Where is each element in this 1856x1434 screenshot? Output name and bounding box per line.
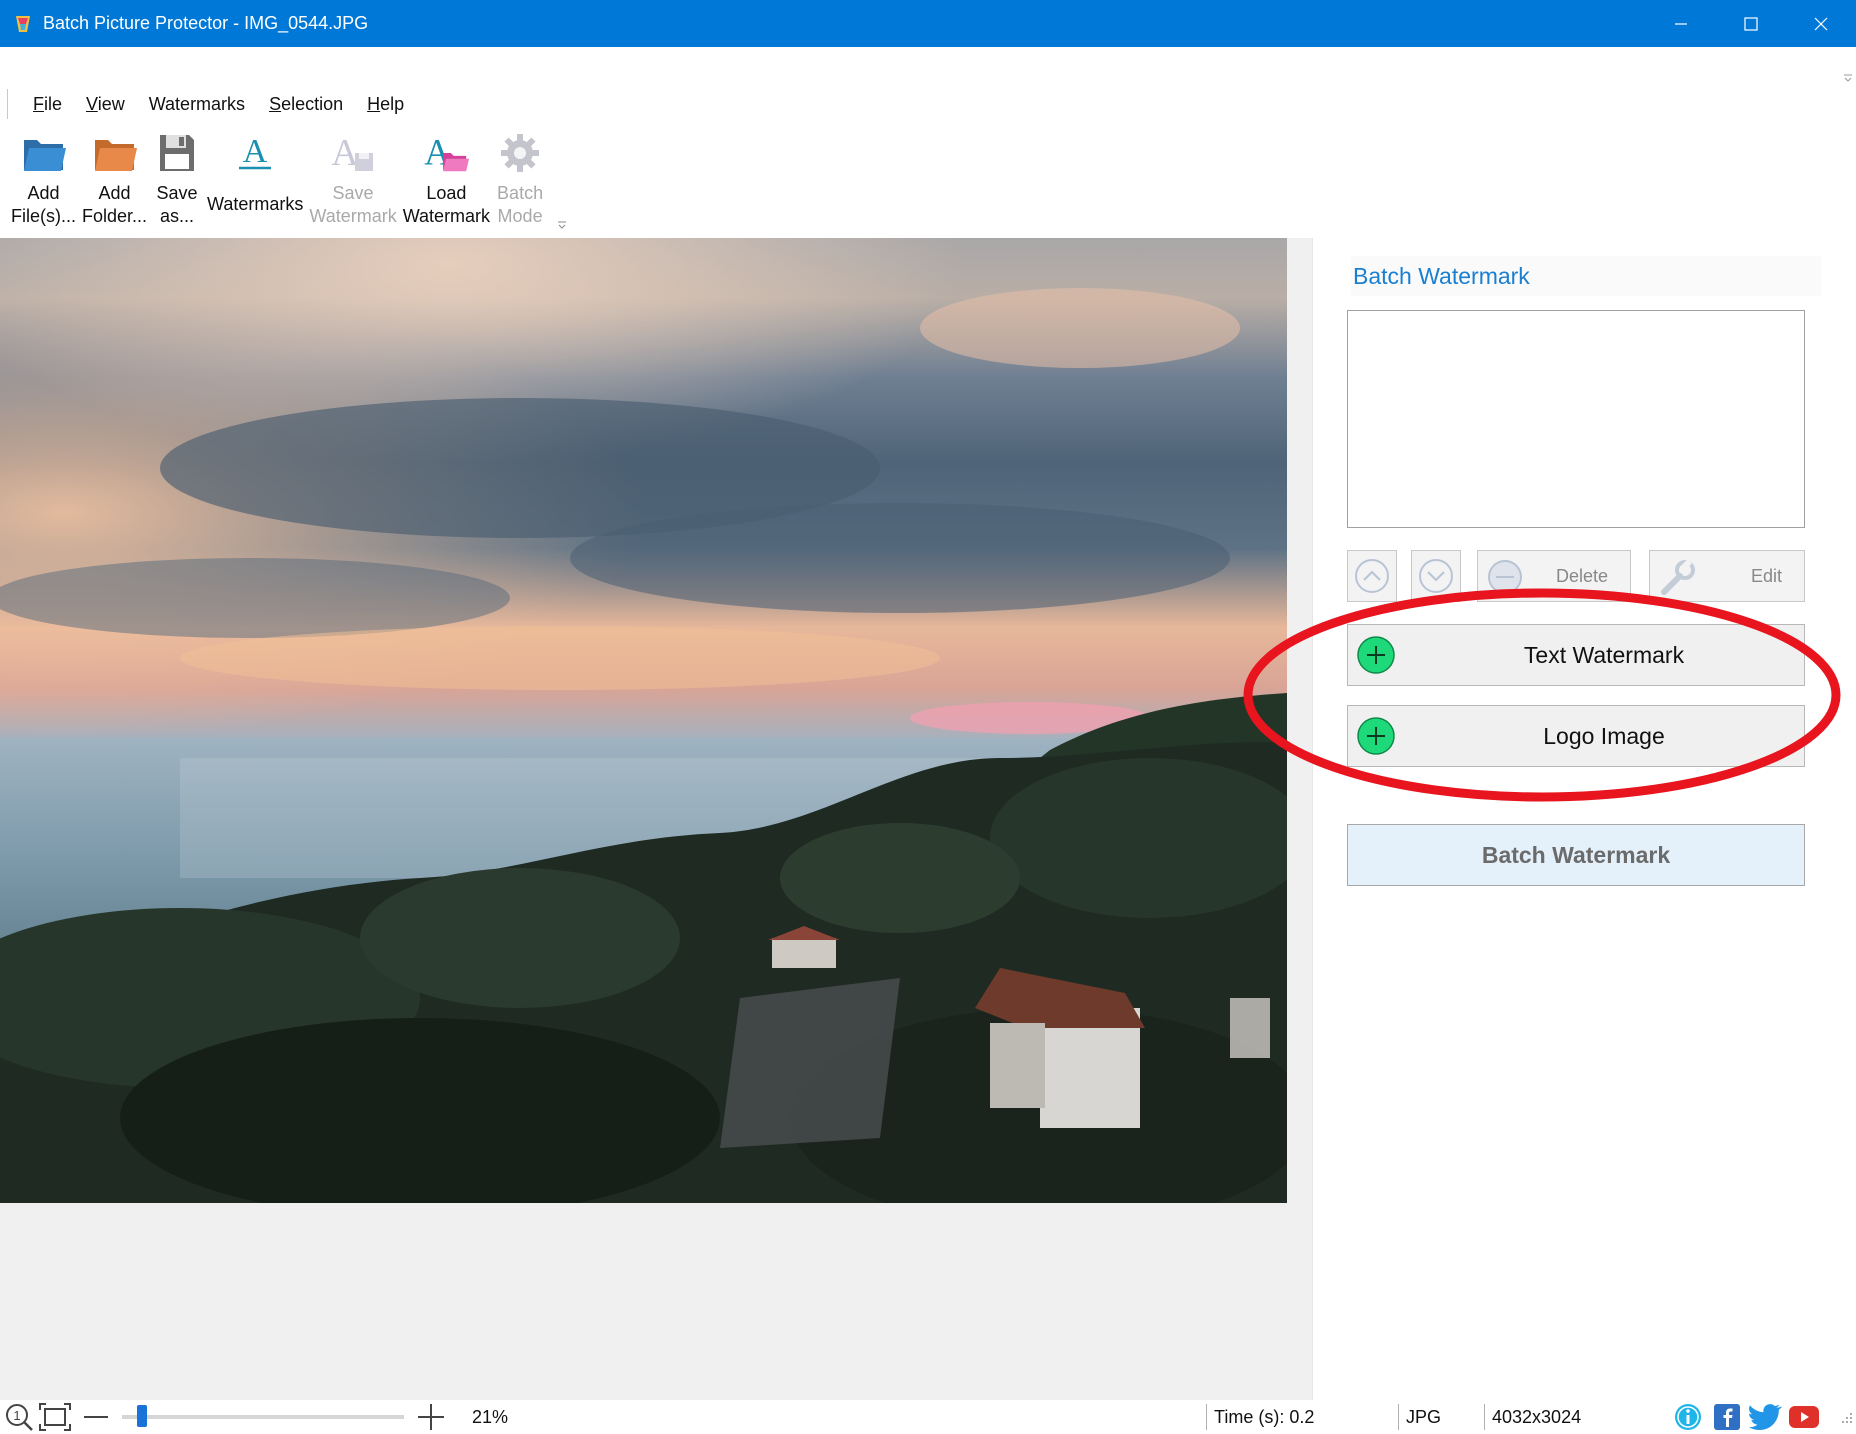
arrow-up-icon [1355,559,1389,593]
panel-title: Batch Watermark [1351,256,1821,296]
plus-circle-icon [1357,717,1395,755]
app-window: Batch Picture Protector - IMG_0544.JPG F… [0,0,1856,1434]
add-text-watermark-button[interactable]: Text Watermark [1347,624,1805,686]
menu-watermarks[interactable]: Watermarks [137,94,257,115]
save-watermark-icon: A [329,128,377,178]
zoom-in-button[interactable] [416,1400,446,1434]
image-dimensions: 4032x3024 [1492,1406,1582,1427]
fit-screen-icon[interactable] [38,1400,72,1434]
save-as-button[interactable]: Save as... [150,128,204,228]
info-icon[interactable] [1673,1400,1703,1434]
image-canvas[interactable] [0,238,1312,1400]
image-format: JPG [1406,1406,1442,1427]
text-watermark-icon: A [231,128,279,178]
batch-mode-button[interactable]: Batch Mode [493,128,547,228]
add-files-button[interactable]: Add File(s)... [8,128,79,228]
status-separator [1484,1404,1485,1430]
zoom-slider[interactable] [122,1415,404,1419]
twitter-icon[interactable] [1748,1400,1782,1434]
delete-button[interactable]: Delete [1477,550,1631,602]
window-title: Batch Picture Protector - IMG_0544.JPG [43,13,369,33]
photo-preview[interactable] [0,238,1287,1203]
load-watermark-icon: A [422,128,470,178]
minus-circle-icon [1488,560,1522,594]
folder-orange-icon [91,128,139,178]
minimize-icon[interactable] [1646,0,1716,47]
watermarks-button[interactable]: A Watermarks [204,128,306,216]
gear-icon [496,128,544,178]
zoom-in-icon[interactable]: 1 [4,1400,34,1434]
move-down-button[interactable] [1411,550,1461,602]
edit-button[interactable]: Edit [1649,550,1805,602]
folder-blue-icon [20,128,68,178]
menu-grip [7,89,9,119]
svg-text:A: A [243,133,268,170]
menu-view[interactable]: View [74,94,137,115]
status-bar: 1 21% Time (s): 0.2 JPG 4032x3024 [0,1400,1856,1434]
menu-help[interactable]: Help [355,94,416,115]
batch-watermark-button[interactable]: Batch Watermark [1347,824,1805,886]
load-watermark-button[interactable]: A Load Watermark [400,128,493,228]
youtube-icon[interactable] [1788,1400,1820,1434]
processing-time: Time (s): 0.2 [1214,1406,1315,1427]
close-icon[interactable] [1786,0,1856,47]
floppy-disk-icon [153,128,201,178]
save-watermark-button[interactable]: A Save Watermark [306,128,399,228]
svg-text:1: 1 [13,1408,20,1423]
status-separator [1206,1404,1207,1430]
menu-selection[interactable]: Selection [257,94,355,115]
facebook-icon[interactable] [1713,1400,1741,1434]
zoom-level: 21% [472,1406,509,1427]
ribbon-collapse-icon[interactable] [1842,70,1854,82]
zoom-slider-thumb[interactable] [136,1405,147,1427]
arrow-down-icon [1419,559,1453,593]
menu-file[interactable]: File [21,94,74,115]
add-logo-image-button[interactable]: Logo Image [1347,705,1805,767]
watermark-controls: Delete Edit [1347,550,1805,602]
plus-circle-icon [1357,636,1395,674]
move-up-button[interactable] [1347,550,1397,602]
menu-bar: File View Watermarks Selection Help [0,86,416,122]
toolbar: Add File(s)... Add Folder... Save as... … [8,128,569,233]
maximize-icon[interactable] [1716,0,1786,47]
wrench-icon [1661,559,1695,595]
app-logo-icon [12,13,34,35]
resize-grip-icon[interactable] [1838,1400,1854,1434]
zoom-out-button[interactable] [82,1400,110,1434]
watermark-panel: Batch Watermark Delete Edit Text Waterma… [1312,238,1856,1400]
add-folder-button[interactable]: Add Folder... [79,128,150,228]
title-bar[interactable]: Batch Picture Protector - IMG_0544.JPG [0,0,1856,47]
watermark-list[interactable] [1347,310,1805,528]
toolbar-overflow-icon[interactable] [555,220,569,232]
status-separator [1398,1404,1399,1430]
